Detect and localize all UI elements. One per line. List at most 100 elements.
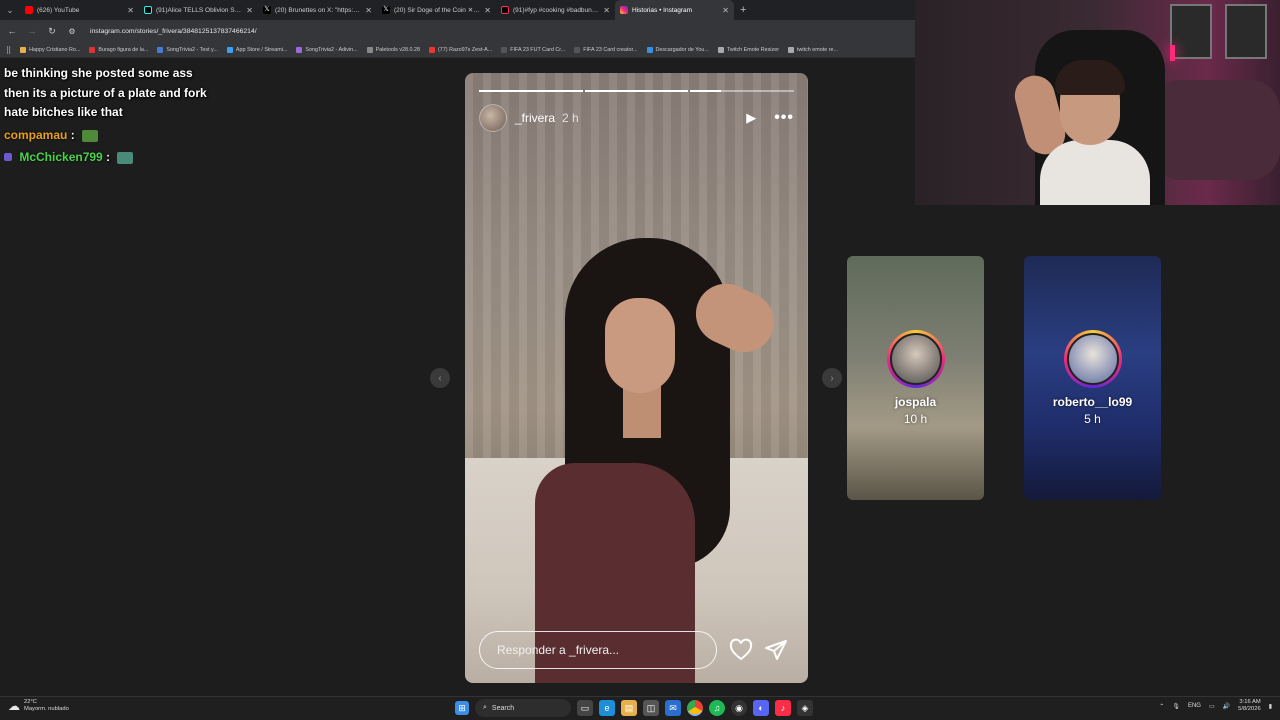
clock-date: 5/8/2026 <box>1238 706 1261 712</box>
cloud-icon: ☁ <box>8 699 20 713</box>
close-tab-icon[interactable]: ✕ <box>722 6 729 15</box>
bookmark-favicon-icon <box>787 46 794 53</box>
volume-icon[interactable]: 🔊 <box>1223 703 1230 710</box>
close-tab-icon[interactable]: ✕ <box>484 6 491 15</box>
discord-icon[interactable]: ◐ <box>753 700 769 716</box>
browser-tab-bar: ⌄ (626) YouTube ✕ (91)Alice TELLS Oblivi… <box>0 0 915 20</box>
next-story-card[interactable]: jospala 10 h <box>847 256 984 500</box>
spotify-icon[interactable]: ♫ <box>709 700 725 716</box>
story-progress-bars <box>479 90 795 92</box>
bookmark-item[interactable]: SongTrivia2 - Adivin... <box>296 46 358 53</box>
bookmark-label: App Store / Streami... <box>235 46 288 53</box>
bookmark-item[interactable]: FIFA 23 FUT Card Cr... <box>501 46 565 53</box>
clock[interactable]: 3:16 AM 5/8/2026 <box>1238 699 1261 713</box>
chat-separator: : <box>70 128 75 142</box>
forward-arrow-icon[interactable]: → <box>26 26 38 36</box>
reload-icon[interactable]: ↻ <box>46 26 58 37</box>
tab-x-sir-doge[interactable]: 𝕏 (20) Sir Doge of the Coin ✕ on... ✕ <box>377 0 496 20</box>
bookmark-label: FIFA 23 Card creator... <box>583 46 638 53</box>
next-story-time: 10 h <box>903 412 928 426</box>
more-options-icon[interactable]: ••• <box>774 109 794 127</box>
chrome-icon[interactable] <box>687 700 703 716</box>
play-icon[interactable]: ▶ <box>746 110 756 126</box>
new-tab-icon[interactable]: + <box>734 4 746 16</box>
bookmark-item[interactable]: Happy Cristiano Ro... <box>20 46 81 53</box>
bookmark-favicon-icon <box>89 46 96 53</box>
tab-tiktok-fyp[interactable]: (91)#fyp #cooking #badbunny... ✕ <box>496 0 615 20</box>
bookmark-label: SongTrivia2 - Adivin... <box>305 46 358 53</box>
tiktok-icon <box>501 6 509 14</box>
bookmark-label: Twitch Emote Resizer <box>726 46 779 53</box>
network-icon[interactable]: ▭ <box>1209 703 1215 710</box>
bookmark-item[interactable]: (77) Razo97s Zest-A... <box>429 46 492 53</box>
chevron-up-icon[interactable]: ⌃ <box>1159 703 1164 710</box>
music-icon[interactable]: ♪ <box>775 700 791 716</box>
bookmark-item[interactable]: Paletools v28.0.28 <box>366 46 420 53</box>
close-tab-icon[interactable]: ✕ <box>127 6 134 15</box>
edge-icon[interactable]: e <box>599 700 615 716</box>
bookmark-item[interactable]: SongTrivia2 - Test y... <box>157 46 218 53</box>
weather-widget[interactable]: ☁ 22°C Mayorm. nublado <box>8 699 69 713</box>
like-heart-icon[interactable] <box>729 638 753 662</box>
language-indicator[interactable]: ENG <box>1188 703 1201 709</box>
send-icon[interactable] <box>764 638 788 662</box>
bookmark-item[interactable]: twitch emote re... <box>787 46 839 53</box>
previous-story-icon[interactable]: ‹ <box>430 368 450 388</box>
bookmark-favicon-icon <box>366 46 373 53</box>
tab-x-brunettes[interactable]: 𝕏 (20) Brunettes on X: "https://t... ✕ <box>258 0 377 20</box>
bookmark-item[interactable]: Descargador de You... <box>646 46 709 53</box>
bookmark-label: Happy Cristiano Ro... <box>29 46 81 53</box>
webcam-overlay <box>915 0 1280 205</box>
story-progress-fill <box>584 90 689 92</box>
url-field[interactable]: instagram.com/stories/_frivera/384812513… <box>90 28 257 35</box>
system-tray: ⌃ 🎙 ENG ▭ 🔊 3:16 AM 5/8/2026 ▮ <box>1159 699 1272 713</box>
apps-grid-icon[interactable]: ⣿ <box>6 46 11 54</box>
story-progress-segment <box>584 90 689 92</box>
close-tab-icon[interactable]: ✕ <box>603 6 610 15</box>
file-explorer-icon[interactable]: ▤ <box>621 700 637 716</box>
site-info-icon[interactable]: ⚙ <box>66 27 78 36</box>
windows-start-icon[interactable]: ⊞ <box>455 701 469 715</box>
taskbar: ☁ 22°C Mayorm. nublado ⊞ ⌕ Search ▭ e ▤ … <box>0 696 1280 720</box>
streamer-body <box>1040 140 1150 205</box>
store-icon[interactable]: ◫ <box>643 700 659 716</box>
x-logo-icon: 𝕏 <box>263 6 271 14</box>
story-viewer[interactable]: _frivera 2 h ▶ ••• <box>465 73 808 683</box>
next-story-card[interactable]: roberto__lo99 5 h <box>1024 256 1161 500</box>
obs-icon[interactable]: ◉ <box>731 700 747 716</box>
close-tab-icon[interactable]: ✕ <box>246 6 253 15</box>
avatar[interactable] <box>479 104 507 132</box>
reply-input[interactable] <box>479 631 717 669</box>
bookmark-favicon-icon <box>429 46 435 53</box>
tab-tiktok-alice[interactable]: (91)Alice TELLS Oblivion She W... ✕ <box>139 0 258 20</box>
next-story-icon[interactable]: › <box>822 368 842 388</box>
tab-search-icon[interactable]: ⌄ <box>0 0 20 20</box>
bookmark-folder-icon <box>20 46 27 53</box>
bookmark-label: twitch emote re... <box>796 46 839 53</box>
taskbar-search[interactable]: ⌕ Search <box>475 699 571 717</box>
chat-line: hate bitches like that <box>4 105 123 119</box>
story-username[interactable]: _frivera <box>515 111 555 125</box>
weather-text: 22°C Mayorm. nublado <box>24 699 69 713</box>
search-label: Search <box>491 704 515 712</box>
story-progress-segment <box>479 90 583 92</box>
microphone-icon[interactable]: 🎙 <box>1172 703 1180 710</box>
bookmark-item[interactable]: Twitch Emote Resizer <box>717 46 779 53</box>
bookmark-item[interactable]: Burago figura de la... <box>89 46 148 53</box>
story-image-face <box>605 298 675 393</box>
bookmark-item[interactable]: FIFA 23 Card creator... <box>574 46 638 53</box>
taskbar-apps: ⊞ ⌕ Search ▭ e ▤ ◫ ✉ ♫ ◉ ◐ ♪ ◈ <box>455 699 813 717</box>
mail-icon[interactable]: ✉ <box>665 700 681 716</box>
chat-separator: : <box>106 150 111 164</box>
address-bar: ← → ↻ ⚙ instagram.com/stories/_frivera/3… <box>0 20 915 42</box>
task-view-icon[interactable]: ▭ <box>577 700 593 716</box>
notification-icon[interactable]: ▮ <box>1269 703 1272 710</box>
tab-instagram-stories[interactable]: Historias • Instagram ✕ <box>615 0 734 20</box>
story-progress-fill <box>479 90 583 92</box>
bookmark-label: Descargador de You... <box>655 46 709 53</box>
app-icon[interactable]: ◈ <box>797 700 813 716</box>
close-tab-icon[interactable]: ✕ <box>365 6 372 15</box>
bookmark-item[interactable]: App Store / Streami... <box>226 46 288 53</box>
tab-youtube[interactable]: (626) YouTube ✕ <box>20 0 139 20</box>
back-arrow-icon[interactable]: ← <box>6 26 18 36</box>
